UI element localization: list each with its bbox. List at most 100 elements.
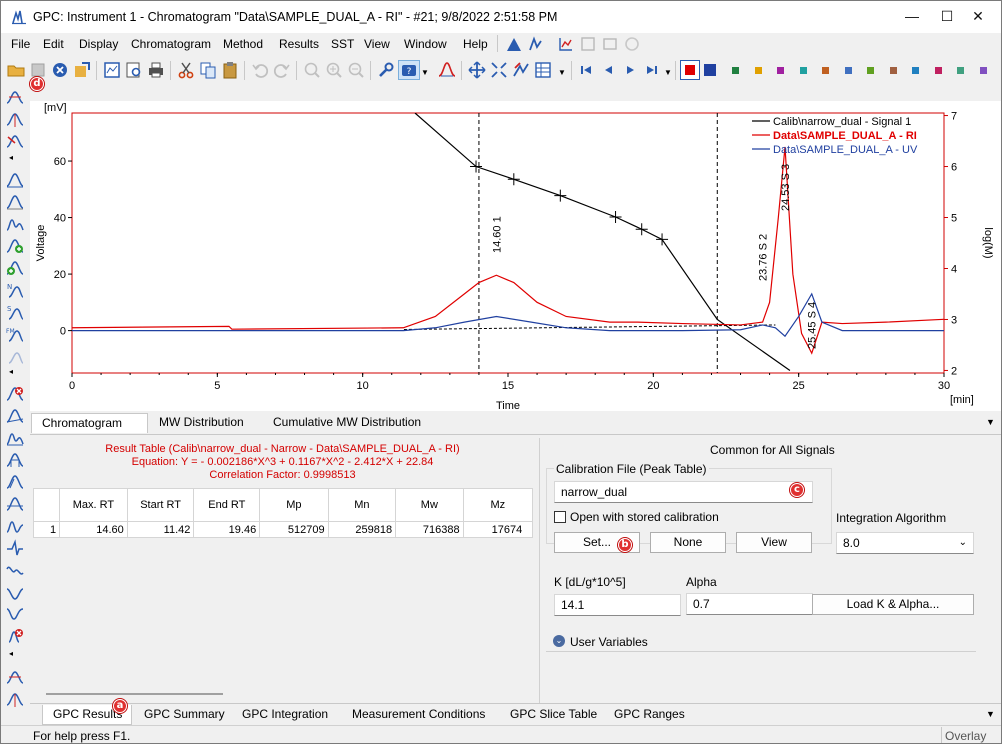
signal-color-swatch[interactable] bbox=[867, 67, 874, 74]
zoom-window-icon[interactable] bbox=[324, 60, 344, 80]
tab-chromatogram[interactable]: Chromatogram bbox=[31, 413, 148, 433]
baseline-inverse-icon[interactable] bbox=[6, 605, 24, 623]
negative-peak-icon[interactable]: N bbox=[6, 281, 24, 299]
alpha-value-field[interactable]: 0.7 bbox=[686, 593, 813, 615]
report-icon[interactable] bbox=[102, 60, 122, 80]
print-icon[interactable] bbox=[146, 60, 166, 80]
table-header[interactable]: Mn bbox=[327, 488, 397, 522]
table-header[interactable]: Mp bbox=[259, 488, 329, 522]
table-cell[interactable]: 1 bbox=[33, 521, 61, 538]
baseline-level-icon[interactable] bbox=[6, 495, 24, 513]
menu-display[interactable]: Display bbox=[79, 37, 118, 51]
signal-color-swatch[interactable] bbox=[912, 67, 919, 74]
navigation-dropdown-icon[interactable]: ▼ bbox=[664, 68, 672, 77]
lock-disabled-icon[interactable] bbox=[624, 36, 640, 52]
help-icon[interactable]: ? bbox=[398, 60, 420, 80]
signal-color-swatch[interactable] bbox=[754, 67, 762, 74]
result-tabs-dropdown-icon[interactable]: ▼ bbox=[986, 709, 995, 719]
peak-add-variant-icon[interactable] bbox=[6, 259, 24, 277]
tab-gpc-slice-table[interactable]: GPC Slice Table bbox=[500, 705, 607, 725]
print-preview-icon[interactable] bbox=[124, 60, 144, 80]
multi-peak-icon[interactable] bbox=[6, 669, 24, 687]
table-header[interactable]: Max. RT bbox=[59, 488, 128, 522]
table-cell[interactable]: 11.42 bbox=[126, 521, 195, 538]
menu-chromatogram[interactable]: Chromatogram bbox=[131, 37, 211, 51]
paste-icon[interactable] bbox=[220, 60, 240, 80]
menu-help[interactable]: Help bbox=[463, 37, 488, 51]
solvent-peak-icon[interactable]: S bbox=[6, 303, 24, 321]
menu-file[interactable]: File bbox=[11, 37, 30, 51]
baseline-front-icon[interactable] bbox=[6, 517, 24, 535]
previous-icon[interactable] bbox=[598, 60, 618, 80]
calibration-file-field[interactable]: narrow_dual bbox=[554, 481, 813, 503]
menu-sst[interactable]: SST bbox=[331, 37, 354, 51]
signal-color-swatch[interactable] bbox=[934, 67, 942, 74]
peak-valley-icon[interactable] bbox=[6, 215, 24, 233]
table-header[interactable]: End RT bbox=[193, 488, 261, 522]
table-cell[interactable]: 259818 bbox=[327, 521, 397, 538]
redo-icon[interactable] bbox=[272, 60, 292, 80]
peak-detect-icon[interactable] bbox=[6, 89, 24, 107]
fit-icon[interactable] bbox=[489, 60, 509, 80]
tab-gpc-summary[interactable]: GPC Summary bbox=[134, 705, 235, 725]
signal-color-swatch[interactable] bbox=[799, 67, 807, 74]
table-header[interactable]: Start RT bbox=[126, 488, 195, 522]
baseline-tangent-icon[interactable] bbox=[6, 473, 24, 491]
collapse-arrow-icon[interactable]: ◂ bbox=[9, 649, 13, 658]
view-calibration-button[interactable]: View bbox=[736, 532, 812, 553]
menu-view[interactable]: View bbox=[364, 37, 390, 51]
menu-window[interactable]: Window bbox=[404, 37, 447, 51]
table-cell[interactable]: 716388 bbox=[395, 521, 464, 538]
signal-color-swatch[interactable] bbox=[844, 67, 852, 74]
signal-color-swatch[interactable] bbox=[777, 67, 784, 74]
delete-baseline-icon[interactable] bbox=[6, 627, 24, 645]
export-icon[interactable] bbox=[72, 60, 92, 80]
k-value-field[interactable]: 14.1 bbox=[554, 594, 681, 616]
baseline-drop-icon[interactable] bbox=[6, 583, 24, 601]
table-dropdown-icon[interactable]: ▼ bbox=[558, 68, 566, 77]
peak-end-icon[interactable] bbox=[6, 193, 24, 211]
none-calibration-button[interactable]: None bbox=[650, 532, 726, 553]
tab-measurement-conditions[interactable]: Measurement Conditions bbox=[342, 705, 495, 725]
signal-color-swatch[interactable] bbox=[732, 67, 739, 74]
first-icon[interactable] bbox=[576, 60, 596, 80]
baseline-wave-icon[interactable] bbox=[6, 561, 24, 579]
front-tangent-icon[interactable]: FM bbox=[6, 325, 24, 343]
signal-color-blue[interactable] bbox=[704, 64, 716, 76]
settings-wrench-icon[interactable] bbox=[376, 60, 396, 80]
undo-icon[interactable] bbox=[250, 60, 270, 80]
move-icon[interactable] bbox=[467, 60, 487, 80]
signal-color-swatch[interactable] bbox=[822, 67, 829, 74]
load-k-alpha-button[interactable]: Load K & Alpha... bbox=[812, 594, 974, 615]
signal-color-swatch[interactable] bbox=[889, 67, 897, 74]
chart-analysis-icon[interactable] bbox=[558, 36, 574, 52]
menu-results[interactable]: Results bbox=[279, 37, 319, 51]
copy-icon[interactable] bbox=[198, 60, 218, 80]
collapse-arrow-icon[interactable]: ◂ bbox=[9, 367, 13, 376]
acquisition-icon[interactable] bbox=[528, 36, 544, 52]
last-icon[interactable] bbox=[642, 60, 662, 80]
baseline-valley-icon[interactable] bbox=[6, 429, 24, 447]
close-window-button[interactable]: ✕ bbox=[955, 1, 1001, 32]
tab-cumulative-mw-distribution[interactable]: Cumulative MW Distribution bbox=[263, 413, 431, 433]
close-icon[interactable] bbox=[50, 60, 70, 80]
image-disabled-icon[interactable] bbox=[602, 36, 618, 52]
table-cell[interactable]: 17674 bbox=[462, 521, 533, 538]
peak-tangent-icon[interactable] bbox=[6, 133, 24, 151]
table-cell[interactable]: 14.60 bbox=[59, 521, 128, 538]
cut-icon[interactable] bbox=[176, 60, 196, 80]
rear-tangent-icon[interactable] bbox=[6, 347, 24, 365]
menu-edit[interactable]: Edit bbox=[43, 37, 64, 51]
stored-calibration-checkbox[interactable] bbox=[554, 511, 566, 523]
table-icon[interactable] bbox=[533, 60, 553, 80]
help-dropdown-icon[interactable]: ▼ bbox=[421, 68, 429, 77]
horizontal-scrollbar[interactable] bbox=[46, 693, 223, 695]
peak-add-icon[interactable] bbox=[6, 237, 24, 255]
chromatogram-chart-panel[interactable]: 0 5 10 15 20 25 30 0 20 40 60 2 3 4 5 6 7 [mV] Voltage log(… bbox=[30, 101, 1001, 412]
edit-icon[interactable] bbox=[511, 60, 531, 80]
table-header[interactable]: Mw bbox=[395, 488, 464, 522]
peak-split-icon[interactable] bbox=[6, 111, 24, 129]
export-disabled-icon[interactable] bbox=[580, 36, 596, 52]
user-variables-label[interactable]: User Variables bbox=[570, 635, 651, 649]
tab-mw-distribution[interactable]: MW Distribution bbox=[149, 413, 254, 433]
